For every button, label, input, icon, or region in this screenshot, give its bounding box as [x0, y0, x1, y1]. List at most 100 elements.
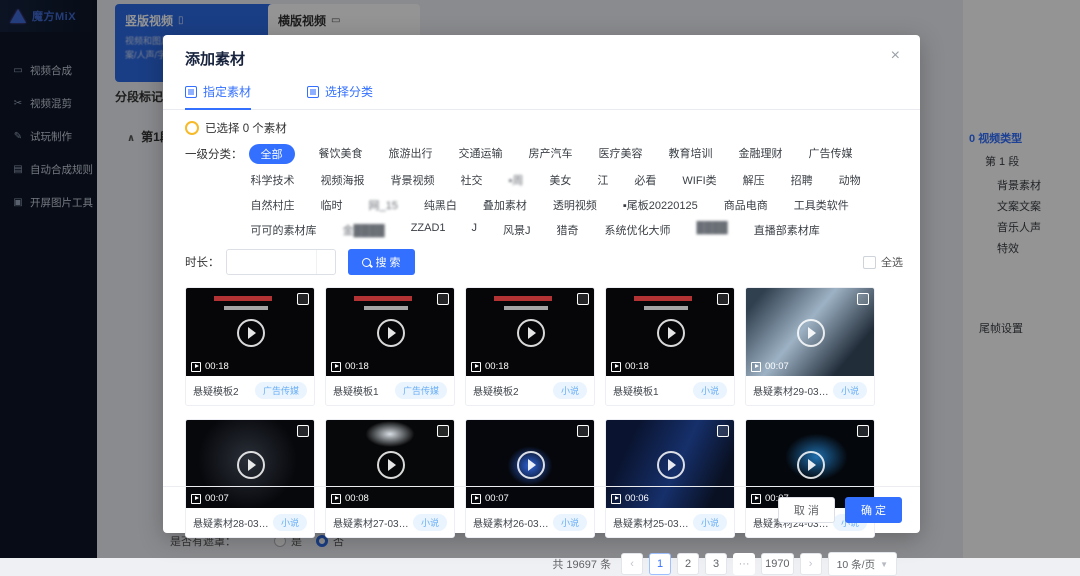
category-chip[interactable]: 纯黑白	[422, 196, 459, 214]
category-chip[interactable]: 必看	[632, 171, 658, 189]
tab-choose-category[interactable]: 选择分类	[307, 83, 373, 109]
category-chip[interactable]: 交通运输	[457, 144, 505, 164]
category-chip[interactable]: 透明视频	[551, 196, 599, 214]
category-chip[interactable]: 全部	[249, 144, 295, 164]
card-checkbox[interactable]	[717, 425, 729, 437]
category-chip[interactable]: 猎奇	[555, 221, 581, 239]
category-chip[interactable]: 临时	[319, 196, 345, 214]
app-window: 魔方MiX ▭视频合成✂视频混剪✎试玩制作▤自动合成规则▣开屏图片工具 竖版视频…	[0, 0, 1080, 558]
next-page-button[interactable]: ›	[800, 553, 822, 575]
play-icon[interactable]	[657, 451, 685, 479]
category-chip[interactable]: 直播部素材库	[752, 221, 822, 239]
material-card[interactable]: 00:18 悬疑模板2 小说	[465, 287, 595, 406]
category-chip[interactable]: 医疗美容	[597, 144, 645, 164]
prev-page-button[interactable]: ‹	[621, 553, 643, 575]
card-checkbox[interactable]	[577, 425, 589, 437]
card-checkbox[interactable]	[857, 425, 869, 437]
category-chip[interactable]: ZZAD1	[409, 221, 448, 239]
duration-input[interactable]	[226, 249, 336, 275]
page-button[interactable]: 1	[649, 553, 671, 575]
category-chip[interactable]: 餐饮美食	[317, 144, 365, 164]
category-chip[interactable]: 视频海报	[319, 171, 367, 189]
cancel-button[interactable]: 取 消	[778, 497, 835, 523]
duration-badge: 00:18	[191, 361, 229, 372]
category-chip[interactable]: 自然村庄	[249, 196, 297, 214]
category-chip[interactable]: 工具类软件	[792, 196, 851, 214]
chevron-down-icon: ▼	[880, 560, 888, 569]
category-chip[interactable]: 商品电商	[722, 196, 770, 214]
select-all-checkbox[interactable]	[863, 256, 876, 269]
category-chip[interactable]: ▪尾板20220125	[621, 196, 700, 214]
category-chip[interactable]: ████	[695, 221, 730, 239]
play-icon[interactable]	[517, 319, 545, 347]
category-chip[interactable]: 叠加素材	[481, 196, 529, 214]
card-checkbox[interactable]	[577, 293, 589, 305]
category-chip[interactable]: 金████	[341, 221, 387, 239]
material-name: 悬疑模板1	[613, 383, 659, 398]
video-thumbnail[interactable]: 00:18	[186, 288, 314, 376]
card-checkbox[interactable]	[857, 293, 869, 305]
material-card[interactable]: 00:18 悬疑模板1 小说	[605, 287, 735, 406]
modal-title: 添加素材	[185, 48, 245, 69]
material-card[interactable]: 00:18 悬疑模板2 广告传媒	[185, 287, 315, 406]
category-chip[interactable]: 教育培训	[667, 144, 715, 164]
play-icon[interactable]	[377, 319, 405, 347]
card-checkbox[interactable]	[297, 425, 309, 437]
category-chip[interactable]: 社交	[459, 171, 485, 189]
video-thumbnail[interactable]: 00:18	[326, 288, 454, 376]
page-button[interactable]: 1970	[761, 553, 793, 575]
tab-specify-material[interactable]: 指定素材	[185, 83, 251, 109]
selected-count-info: 已选择 0 个素材	[185, 120, 903, 136]
play-icon[interactable]	[517, 451, 545, 479]
page-ellipsis[interactable]: ···	[733, 553, 755, 575]
category-chip[interactable]: 招聘	[789, 171, 815, 189]
material-card[interactable]: 00:07 悬疑素材29-0315 小说	[745, 287, 875, 406]
video-thumbnail[interactable]: 00:18	[606, 288, 734, 376]
card-checkbox[interactable]	[437, 425, 449, 437]
category-chip[interactable]: J	[470, 221, 480, 239]
category-chip[interactable]: 背景视频	[389, 171, 437, 189]
page-size-select[interactable]: 10 条/页 ▼	[828, 552, 897, 576]
play-icon[interactable]	[797, 451, 825, 479]
play-icon[interactable]	[377, 451, 405, 479]
category-chip[interactable]: 解压	[741, 171, 767, 189]
warning-circle-icon	[185, 121, 199, 135]
modal-tabs: 指定素材 选择分类	[163, 69, 920, 110]
duration-label: 时长：	[185, 254, 220, 270]
material-tag-badge: 广告传媒	[255, 382, 307, 399]
category-chip[interactable]: 动物	[837, 171, 863, 189]
play-icon[interactable]	[797, 319, 825, 347]
category-chip[interactable]: 美女	[547, 171, 573, 189]
close-icon[interactable]: ×	[891, 48, 900, 64]
video-thumbnail[interactable]: 00:07	[746, 288, 874, 376]
category-chip[interactable]: 网_15	[367, 196, 400, 214]
page-buttons: 123 ··· 1970	[649, 553, 793, 575]
duration-badge: 00:18	[611, 361, 649, 372]
pagination: 共 19697 条 ‹ 123···1970 › 10 条/页 ▼	[185, 552, 903, 576]
card-checkbox[interactable]	[437, 293, 449, 305]
category-chip[interactable]: 广告传媒	[807, 144, 855, 164]
search-button[interactable]: 搜 索	[348, 249, 415, 275]
category-chip[interactable]: 旅游出行	[387, 144, 435, 164]
play-icon[interactable]	[237, 451, 265, 479]
category-chip[interactable]: 江	[595, 171, 610, 189]
video-thumbnail[interactable]: 00:18	[466, 288, 594, 376]
play-icon[interactable]	[237, 319, 265, 347]
category-chip[interactable]: 系统优化大师	[603, 221, 673, 239]
confirm-button[interactable]: 确 定	[845, 497, 902, 523]
category-chip[interactable]: 金融理财	[737, 144, 785, 164]
card-checkbox[interactable]	[297, 293, 309, 305]
page-button[interactable]: 3	[705, 553, 727, 575]
play-icon[interactable]	[657, 319, 685, 347]
card-checkbox[interactable]	[717, 293, 729, 305]
video-icon	[751, 362, 761, 372]
category-chip[interactable]: ▪周	[507, 171, 526, 189]
category-chip[interactable]: WIFI类	[680, 171, 718, 189]
material-card[interactable]: 00:18 悬疑模板1 广告传媒	[325, 287, 455, 406]
category-chip[interactable]: 可可的素材库	[249, 221, 319, 239]
category-chip[interactable]: 风景J	[501, 221, 533, 239]
category-filter-label: 一级分类：	[185, 144, 243, 239]
page-button[interactable]: 2	[677, 553, 699, 575]
category-chip[interactable]: 房产汽车	[527, 144, 575, 164]
category-chip[interactable]: 科学技术	[249, 171, 297, 189]
